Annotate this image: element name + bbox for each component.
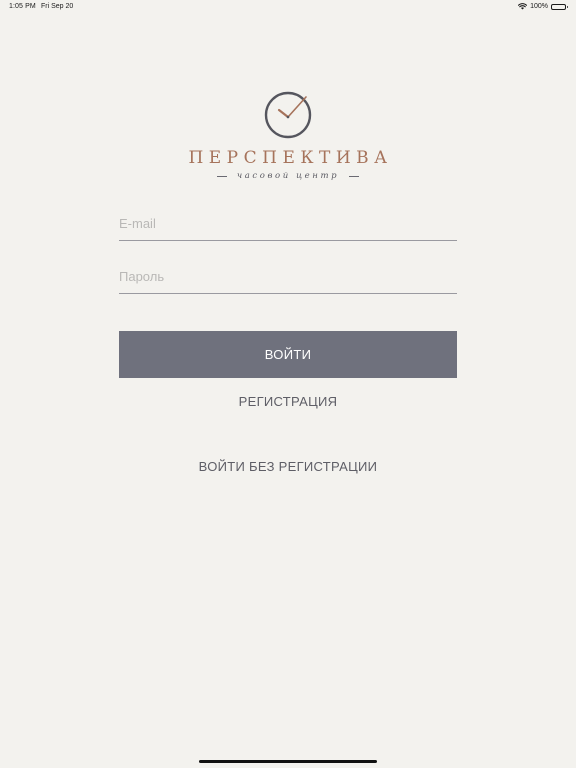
- login-button[interactable]: ВОЙТИ: [119, 331, 457, 378]
- register-link[interactable]: РЕГИСТРАЦИЯ: [0, 394, 576, 409]
- clock-icon: [264, 91, 312, 139]
- battery-percent: 100%: [530, 3, 548, 10]
- email-field-container: [119, 211, 457, 241]
- logo: ПЕРСПЕКТИВА часовой центр: [0, 90, 576, 181]
- password-field-container: [119, 264, 457, 294]
- brand-name: ПЕРСПЕКТИВА: [188, 148, 393, 168]
- status-date: Fri Sep 20: [41, 3, 74, 10]
- status-time: 1:05 PM: [9, 3, 36, 10]
- brand-subtitle: часовой центр: [236, 171, 340, 181]
- status-bar: 1:05 PM Fri Sep 20 100%: [0, 0, 576, 14]
- battery-icon: [551, 3, 568, 10]
- home-indicator[interactable]: [199, 760, 377, 763]
- divider: [216, 175, 227, 177]
- status-indicators: 100%: [518, 3, 568, 10]
- email-field[interactable]: [119, 211, 457, 235]
- wifi-icon: [518, 3, 528, 10]
- password-field[interactable]: [119, 264, 457, 288]
- brand-subtitle-row: часовой центр: [0, 171, 576, 181]
- guest-login-link[interactable]: ВОЙТИ БЕЗ РЕГИСТРАЦИИ: [0, 459, 576, 474]
- divider: [349, 175, 360, 177]
